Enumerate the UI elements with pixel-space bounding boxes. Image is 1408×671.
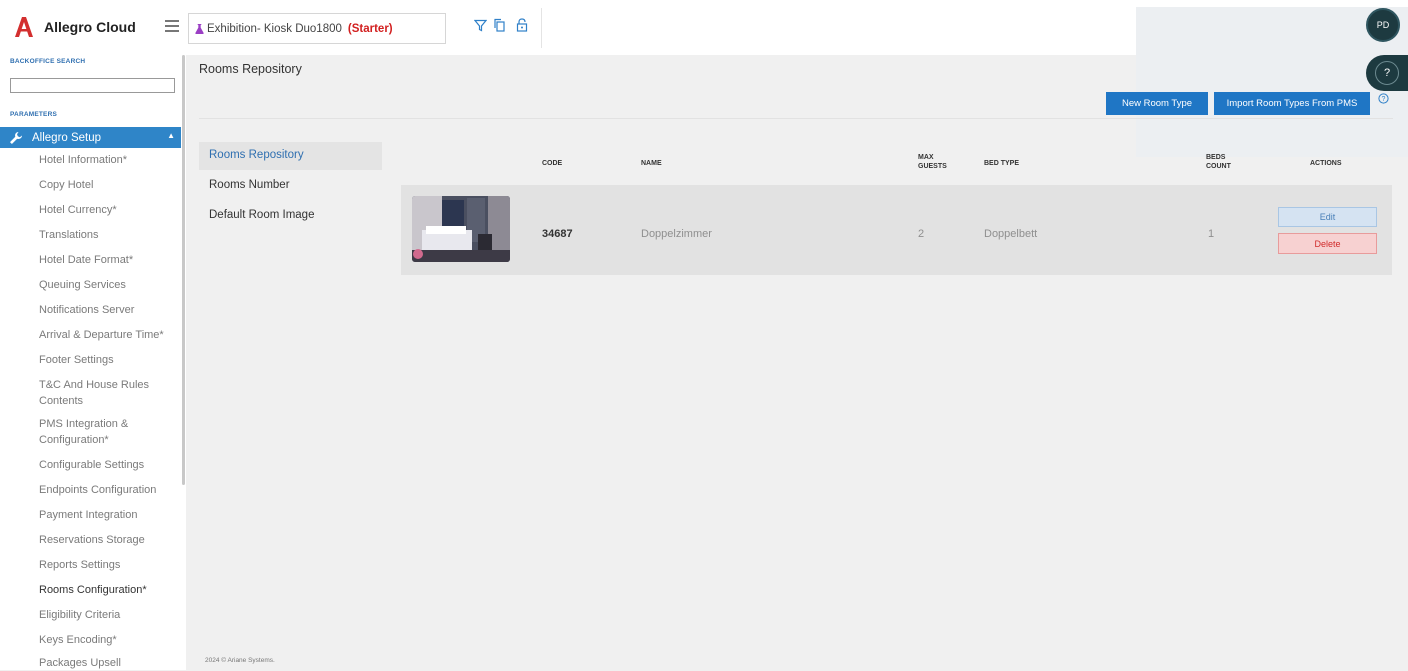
sidebar-item-configurable-settings[interactable]: Configurable Settings	[39, 457, 179, 473]
sidebar-scrollbar[interactable]	[182, 55, 185, 485]
sidebar-item-endpoints-configuration[interactable]: Endpoints Configuration	[39, 482, 179, 498]
tab-default-room-image[interactable]: Default Room Image	[209, 209, 314, 221]
app-title: Allegro Cloud	[44, 19, 136, 35]
flask-icon	[195, 23, 204, 34]
menu-toggle-icon[interactable]	[165, 20, 179, 34]
sidebar-item-reservations-storage[interactable]: Reservations Storage	[39, 532, 179, 548]
sidebar-item-queuing-services[interactable]: Queuing Services	[39, 277, 179, 293]
help-button[interactable]: ?	[1366, 55, 1408, 91]
help-icon: ?	[1375, 61, 1399, 85]
room-image[interactable]	[412, 196, 510, 262]
tab-rooms-repository[interactable]: Rooms Repository	[199, 142, 382, 170]
filter-icon[interactable]	[470, 15, 490, 35]
user-avatar[interactable]: PD	[1366, 8, 1400, 42]
hotel-plan-badge: (Starter)	[347, 22, 393, 35]
sidebar-section-label: Allegro Setup	[32, 131, 102, 144]
tab-rooms-number[interactable]: Rooms Number	[209, 179, 290, 191]
sidebar-item-pms-integration[interactable]: PMS Integration & Configuration*	[39, 416, 179, 448]
room-beds-count: 1	[1208, 228, 1215, 240]
sidebar-item-copy-hotel[interactable]: Copy Hotel	[39, 177, 179, 193]
room-code: 34687	[542, 228, 573, 240]
backoffice-search-input[interactable]	[10, 78, 175, 93]
column-header-code: CODE	[542, 160, 563, 167]
column-header-beds-count-line2: COUNT	[1206, 163, 1231, 170]
column-header-max-guests-line2: GUESTS	[918, 163, 947, 170]
help-circle-icon[interactable]: ?	[1378, 93, 1389, 104]
room-max-guests: 2	[918, 228, 925, 240]
toolbar-divider	[541, 8, 542, 48]
sidebar-item-hotel-currency[interactable]: Hotel Currency*	[39, 202, 179, 218]
hotel-selector[interactable]: Exhibition- Kiosk Duo1800 (Starter)	[188, 13, 446, 44]
room-bed-type: Doppelbett	[984, 228, 1038, 240]
sidebar-item-reports-settings[interactable]: Reports Settings	[39, 557, 179, 573]
parameters-label: PARAMETERS	[10, 111, 58, 118]
sidebar-item-notifications-server[interactable]: Notifications Server	[39, 302, 179, 318]
hotel-name: Exhibition- Kiosk Duo1800	[207, 22, 342, 35]
footer-copyright: 2024 © Ariane Systems.	[205, 657, 275, 664]
sidebar-item-arrival-departure-time[interactable]: Arrival & Departure Time*	[39, 327, 179, 343]
sidebar-item-keys-encoding[interactable]: Keys Encoding*	[39, 632, 179, 648]
column-header-bed-type: BED TYPE	[984, 160, 1020, 167]
edit-button[interactable]: Edit	[1278, 207, 1377, 227]
column-header-name: NAME	[641, 160, 662, 167]
sidebar-item-hotel-information[interactable]: Hotel Information*	[39, 152, 179, 168]
svg-text:?: ?	[1382, 96, 1386, 103]
chevron-up-icon: ▲	[167, 131, 175, 140]
lock-icon[interactable]	[512, 15, 532, 35]
column-header-beds-count-line1: BEDS	[1206, 154, 1226, 161]
header-divider	[199, 118, 1393, 119]
page-title: Rooms Repository	[199, 62, 302, 76]
column-header-max-guests-line1: MAX	[918, 154, 934, 161]
backoffice-search-label: BACKOFFICE SEARCH	[10, 58, 86, 65]
sidebar-item-translations[interactable]: Translations	[39, 227, 179, 243]
sidebar-item-hotel-date-format[interactable]: Hotel Date Format*	[39, 252, 179, 268]
sidebar-section-allegro-setup[interactable]: Allegro Setup ▲	[0, 127, 181, 148]
column-header-beds-count: BEDS COUNT	[1206, 153, 1231, 171]
room-name: Doppelzimmer	[641, 228, 712, 240]
new-room-type-button[interactable]: New Room Type	[1106, 92, 1208, 115]
sidebar-item-footer-settings[interactable]: Footer Settings	[39, 352, 179, 368]
allegro-logo-icon	[15, 17, 33, 37]
sidebar-item-eligibility-criteria[interactable]: Eligibility Criteria	[39, 607, 179, 623]
sidebar-item-packages-upsell[interactable]: Packages Upsell	[39, 655, 179, 671]
delete-button[interactable]: Delete	[1278, 233, 1377, 254]
app-logo[interactable]: Allegro Cloud	[14, 14, 136, 40]
wrench-icon	[10, 131, 22, 144]
column-header-max-guests: MAX GUESTS	[918, 153, 947, 171]
sidebar-item-tc-house-rules[interactable]: T&C And House Rules Contents	[39, 377, 179, 409]
column-header-actions: ACTIONS	[1310, 160, 1342, 167]
import-room-types-button[interactable]: Import Room Types From PMS	[1214, 92, 1370, 115]
sidebar-item-rooms-configuration[interactable]: Rooms Configuration*	[39, 582, 179, 598]
sidebar-item-payment-integration[interactable]: Payment Integration	[39, 507, 179, 523]
copy-icon[interactable]	[489, 15, 509, 35]
